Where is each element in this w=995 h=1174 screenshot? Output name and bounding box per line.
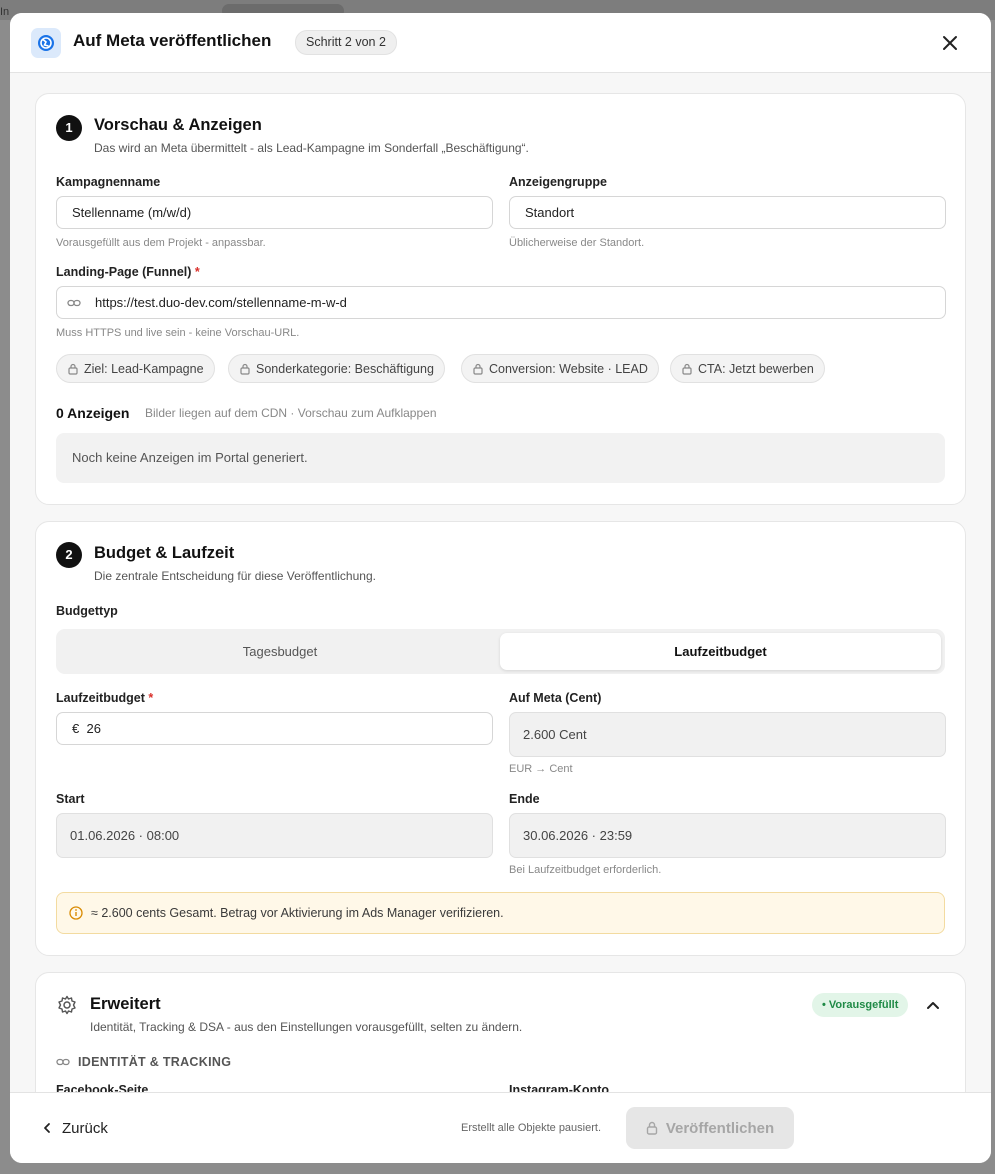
chip-objective: Ziel: Lead-Kampagne	[56, 354, 215, 383]
section-subtitle: Das wird an Meta übermittelt - als Lead-…	[94, 141, 529, 155]
meta-cent-hint: EUR → Cent	[509, 763, 573, 775]
ads-meta: Bilder liegen auf dem CDN · Vorschau zum…	[145, 406, 437, 420]
required-marker: *	[148, 691, 154, 705]
meta-cent-value: 2.600 Cent	[509, 712, 946, 757]
lifetime-budget-input[interactable]: € 26	[56, 712, 493, 745]
chip-conversion: Conversion: Website · LEAD	[461, 354, 659, 383]
section-title: Budget & Laufzeit	[94, 544, 235, 562]
close-button[interactable]	[936, 29, 964, 57]
start-datetime-input[interactable]: 01.06.2026 · 08:00	[56, 813, 493, 858]
lock-icon	[68, 363, 78, 375]
section-number: 1	[56, 115, 82, 141]
chip-cta: CTA: Jetzt bewerben	[670, 354, 825, 383]
budget-value: 26	[86, 721, 101, 736]
campaign-name-label: Kampagnenname	[56, 175, 161, 189]
adgroup-input[interactable]: Standort	[509, 196, 946, 229]
landing-page-label: Landing-Page (Funnel) *	[56, 265, 200, 279]
modal-title: Auf Meta veröffentlichen	[73, 31, 272, 50]
chevron-left-icon	[44, 1123, 50, 1133]
backdrop-text: In	[0, 6, 10, 18]
ads-count: 0 Anzeigen	[56, 405, 130, 421]
tab-daily-budget[interactable]: Tagesbudget	[60, 633, 500, 670]
link-icon	[67, 299, 81, 307]
budget-section: 2 Budget & Laufzeit Die zentrale Entsche…	[35, 521, 966, 956]
end-datetime-input[interactable]: 30.06.2026 · 23:59	[509, 813, 946, 858]
campaign-name-input[interactable]: Stellenname (m/w/d)	[56, 196, 493, 229]
tab-lifetime-budget[interactable]: Laufzeitbudget	[500, 633, 941, 670]
link-icon	[56, 1058, 70, 1066]
section-subtitle: Die zentrale Entscheidung für diese Verö…	[94, 569, 376, 583]
close-icon	[943, 36, 957, 50]
landing-page-input[interactable]: https://test.duo-dev.com/stellenname-m-w…	[56, 286, 946, 319]
landing-page-hint: Muss HTTPS und live sein - keine Vorscha…	[56, 327, 300, 339]
start-label: Start	[56, 792, 85, 806]
preview-section: 1 Vorschau & Anzeigen Das wird an Meta ü…	[35, 93, 966, 505]
modal-header: Auf Meta veröffentlichen Schritt 2 von 2	[10, 13, 991, 73]
globe-icon	[31, 28, 61, 58]
currency-symbol: €	[72, 721, 80, 736]
budget-type-label: Budgettyp	[56, 604, 118, 618]
landing-page-value: https://test.duo-dev.com/stellenname-m-w…	[95, 295, 347, 310]
lock-icon	[682, 363, 692, 375]
campaign-name-hint: Vorausgefüllt aus dem Projekt - anpassba…	[56, 237, 266, 249]
lock-icon	[240, 363, 250, 375]
chip-special-category: Sonderkategorie: Beschäftigung	[228, 354, 445, 383]
publish-modal: Auf Meta veröffentlichen Schritt 2 von 2…	[10, 13, 991, 1163]
back-button[interactable]: Zurück	[42, 1113, 108, 1143]
budget-warning: ≈ 2.600 cents Gesamt. Betrag vor Aktivie…	[56, 892, 945, 934]
step-indicator: Schritt 2 von 2	[295, 30, 397, 55]
adgroup-label: Anzeigengruppe	[509, 175, 607, 189]
lock-icon	[646, 1121, 658, 1135]
modal-footer: Zurück Erstellt alle Objekte pausiert. V…	[10, 1092, 991, 1163]
section-title: Vorschau & Anzeigen	[94, 116, 262, 134]
advanced-subtitle: Identität, Tracking & DSA - aus den Eins…	[90, 1020, 523, 1034]
section-number: 2	[56, 542, 82, 568]
info-icon	[69, 906, 83, 920]
footer-note: Erstellt alle Objekte pausiert.	[461, 1122, 602, 1134]
advanced-title: Erweitert	[90, 995, 161, 1013]
ads-empty-state: Noch keine Anzeigen im Portal generiert.	[56, 433, 945, 483]
lifetime-budget-label: Laufzeitbudget *	[56, 691, 154, 705]
identity-tracking-heading: IDENTITÄT & TRACKING	[78, 1055, 232, 1069]
required-marker: *	[194, 265, 200, 279]
adgroup-hint: Üblicherweise der Standort.	[509, 237, 645, 249]
meta-cent-label: Auf Meta (Cent)	[509, 691, 602, 705]
prefilled-badge: • Vorausgefüllt	[812, 993, 909, 1017]
end-label: Ende	[509, 792, 540, 806]
publish-button[interactable]: Veröffentlichen	[626, 1107, 794, 1149]
gear-icon	[58, 995, 76, 1015]
chevron-up-icon[interactable]	[926, 998, 940, 1012]
end-hint: Bei Laufzeitbudget erforderlich.	[509, 864, 662, 876]
budget-type-toggle: Tagesbudget Laufzeitbudget	[56, 629, 945, 674]
lock-icon	[473, 363, 483, 375]
